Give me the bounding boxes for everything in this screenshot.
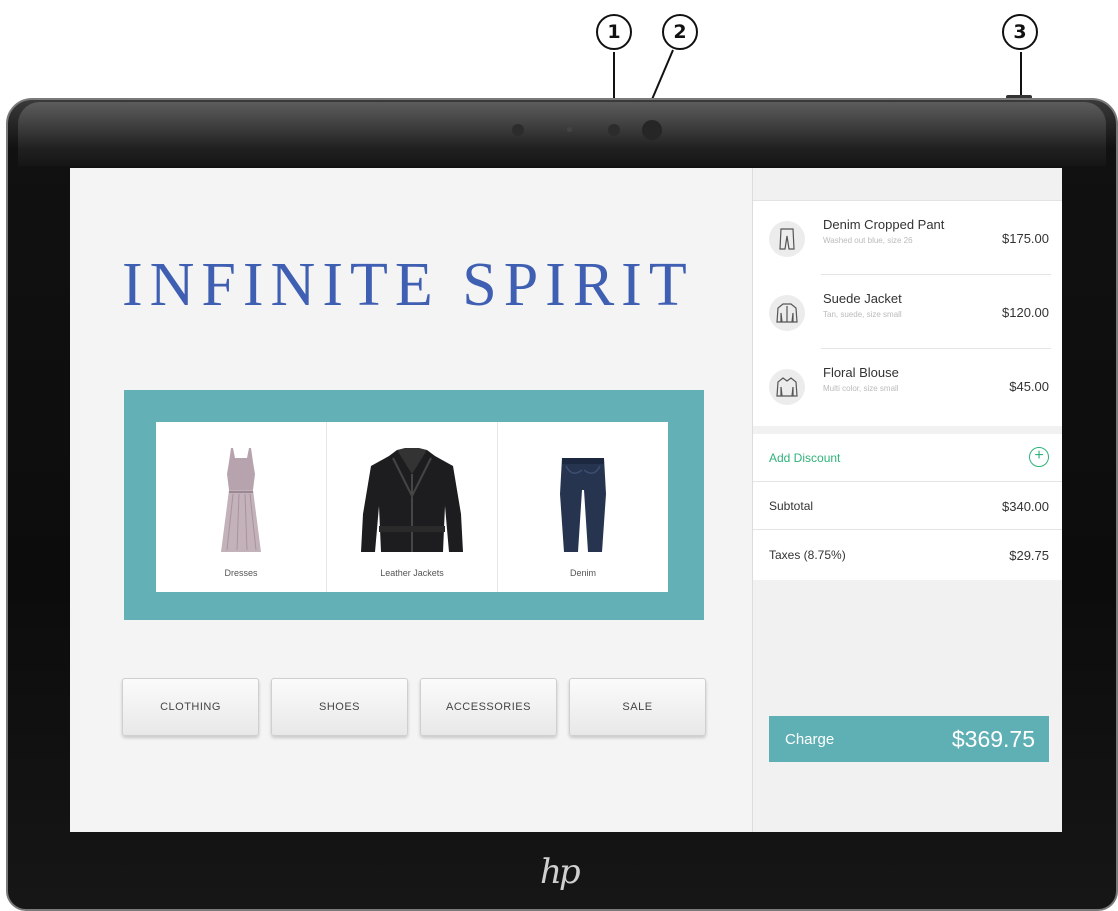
taxes-label: Taxes (8.75%) [769,548,846,562]
order-totals: Add Discount + Subtotal $340.00 Taxes (8… [753,434,1062,580]
callout-3-line [1020,52,1022,98]
subtotal-row: Subtotal $340.00 [753,482,1062,530]
cart-item-description: Tan, suede, size small [823,310,902,319]
subtotal-label: Subtotal [769,499,814,513]
order-pane: Denim Cropped Pant Washed out blue, size… [752,168,1062,832]
category-clothing-button[interactable]: CLOTHING [122,678,259,736]
bezel-sheen [18,102,1106,166]
add-discount-label: Add Discount [769,451,841,465]
add-discount-row[interactable]: Add Discount + [753,434,1062,482]
cart-item[interactable]: Suede Jacket Tan, suede, size small $120… [753,275,1062,349]
cart-list: Denim Cropped Pant Washed out blue, size… [753,200,1062,426]
featured-card-leather-jackets[interactable]: Leather Jackets [327,422,498,592]
cart-item-price: $175.00 [1002,231,1049,246]
jeans-icon [560,458,606,552]
taxes-value: $29.75 [1009,548,1049,563]
featured-card-dresses[interactable]: Dresses [156,422,327,592]
taxes-row: Taxes (8.75%) $29.75 [753,531,1062,579]
charge-label: Charge [785,730,835,748]
cart-item-description: Washed out blue, size 26 [823,236,913,245]
cart-item-price: $45.00 [1009,379,1049,394]
featured-card-denim[interactable]: Denim [498,422,668,592]
callout-2: 2 [662,14,698,50]
pants-icon [769,221,805,257]
featured-banner: Dresses Leather Jackets Denim [124,390,704,620]
charge-button[interactable]: Charge $369.75 [769,716,1049,762]
category-buttons: CLOTHING SHOES ACCESSORIES SALE [122,678,706,736]
camera-icon [608,124,620,136]
featured-card-label: Leather Jackets [380,568,444,578]
leather-jacket-icon [361,448,463,552]
jacket-icon [769,295,805,331]
store-brand: INFINITE SPIRIT [122,251,694,319]
blouse-icon [769,369,805,405]
callout-1: 1 [596,14,632,50]
cart-item-price: $120.00 [1002,305,1049,320]
featured-cards: Dresses Leather Jackets Denim [156,422,668,592]
hp-logo: hp [540,852,581,892]
ir-sensor [512,124,524,136]
storefront-pane: INFINITE SPIRIT Dresses Leather Jackets … [70,168,752,832]
camera-lens [642,120,662,140]
cart-item-description: Multi color, size small [823,384,899,393]
cart-item[interactable]: Denim Cropped Pant Washed out blue, size… [753,201,1062,275]
pos-screen: INFINITE SPIRIT Dresses Leather Jackets … [70,168,1062,832]
ambient-light-sensor [567,127,572,132]
featured-card-label: Denim [569,568,596,578]
dress-icon [221,448,261,552]
cart-item-name: Floral Blouse [823,365,899,380]
category-sale-button[interactable]: SALE [569,678,706,736]
subtotal-value: $340.00 [1002,499,1049,514]
category-shoes-button[interactable]: SHOES [271,678,408,736]
callout-3: 3 [1002,14,1038,50]
cart-item-name: Suede Jacket [823,291,902,306]
plus-circle-icon[interactable]: + [1029,447,1049,467]
cart-item-name: Denim Cropped Pant [823,217,945,232]
category-accessories-button[interactable]: ACCESSORIES [420,678,557,736]
featured-card-label: Dresses [224,568,258,578]
charge-total: $369.75 [951,725,1035,752]
cart-item[interactable]: Floral Blouse Multi color, size small $4… [753,349,1062,423]
